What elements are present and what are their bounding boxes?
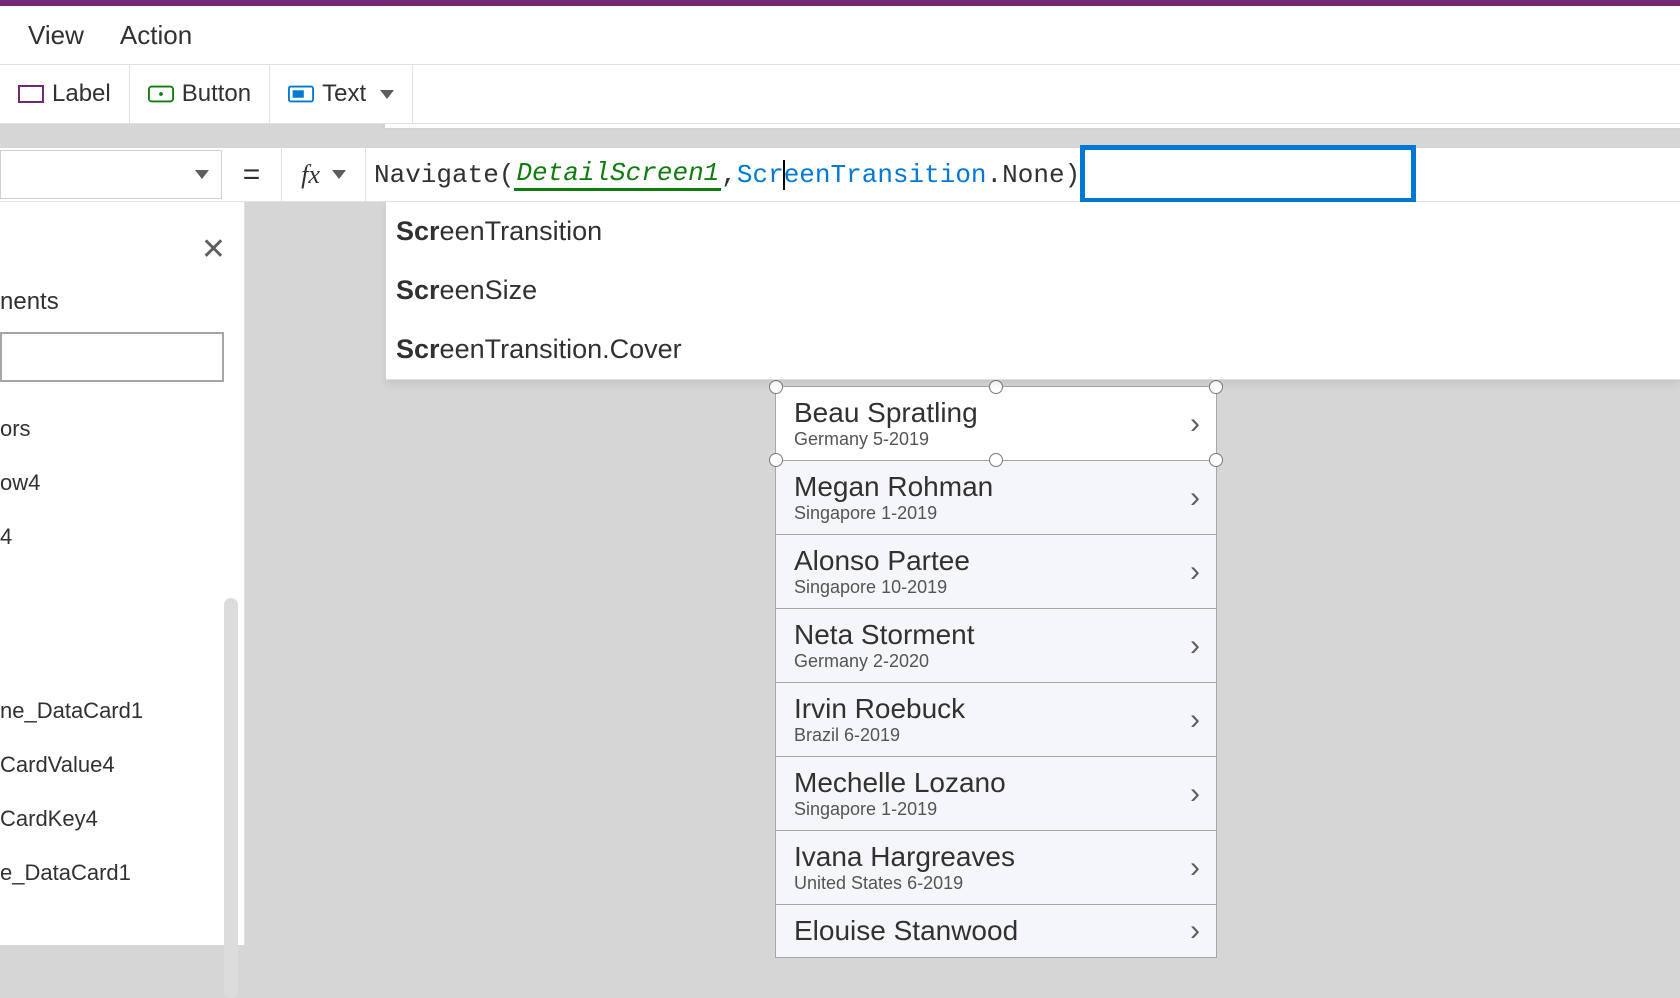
resize-handle[interactable] — [989, 453, 1003, 467]
ribbon: Label Button Text — [0, 64, 1680, 124]
tree-item[interactable]: 4 — [0, 510, 230, 564]
tok-func: Navigate — [374, 160, 499, 190]
gallery-item[interactable]: Irvin Roebuck Brazil 6-2019 › — [776, 683, 1216, 757]
gallery-item-subtitle: Singapore 1-2019 — [794, 503, 1198, 524]
gallery-item-subtitle: United States 6-2019 — [794, 873, 1198, 894]
fx-button[interactable]: fx — [282, 148, 366, 201]
resize-handle[interactable] — [1209, 380, 1223, 394]
tree-view-panel: ✕ nents ors ow4 4 ne_DataCard1 CardValue… — [0, 202, 245, 945]
scrollbar[interactable] — [224, 598, 238, 998]
selection-highlight — [1080, 145, 1416, 203]
gallery-item[interactable]: Alonso Partee Singapore 10-2019 › — [776, 535, 1216, 609]
gallery-item[interactable]: Mechelle Lozano Singapore 1-2019 › — [776, 757, 1216, 831]
autocomplete-item[interactable]: ScreenSize — [386, 261, 1680, 320]
resize-handle[interactable] — [769, 380, 783, 394]
tree-item[interactable]: CardValue4 — [0, 738, 230, 792]
tree-item[interactable]: e_DataCard1 — [0, 846, 230, 900]
resize-handle[interactable] — [1209, 453, 1223, 467]
chevron-right-icon[interactable]: › — [1190, 851, 1200, 885]
tree-item[interactable]: CardKey4 — [0, 792, 230, 846]
gallery-item-title: Alonso Partee — [794, 545, 1198, 577]
ac-rest: eenTransition.Cover — [440, 334, 682, 364]
chevron-right-icon[interactable]: › — [1190, 555, 1200, 589]
gallery-item-title: Megan Rohman — [794, 471, 1198, 503]
chevron-right-icon[interactable]: › — [1190, 777, 1200, 811]
button-icon — [148, 81, 174, 107]
insert-label-text: Label — [52, 80, 111, 108]
autocomplete-item[interactable]: ScreenTransition — [386, 202, 1680, 261]
tree-item[interactable]: ors — [0, 402, 230, 456]
ac-match: Scr — [396, 275, 440, 305]
resize-handle[interactable] — [989, 380, 1003, 394]
panel-tab[interactable]: nents — [0, 282, 59, 322]
menu-action[interactable]: Action — [102, 20, 210, 51]
chevron-right-icon[interactable]: › — [1190, 629, 1200, 663]
close-panel-button[interactable]: ✕ — [201, 232, 226, 267]
gallery-item[interactable]: Elouise Stanwood › — [776, 905, 1216, 957]
insert-text-button[interactable]: Text — [270, 65, 413, 123]
insert-text-text: Text — [322, 80, 366, 108]
text-icon — [288, 81, 314, 107]
formula-input[interactable]: Navigate(DetailScreen1, ScreenTransition… — [366, 148, 1680, 201]
ac-rest: eenSize — [440, 275, 538, 305]
gallery-item-title: Mechelle Lozano — [794, 767, 1198, 799]
tree-item[interactable]: ow4 — [0, 456, 230, 510]
autocomplete-popup: ScreenTransition ScreenSize ScreenTransi… — [386, 202, 1680, 380]
tok-dot: . — [987, 160, 1003, 190]
tree-item[interactable]: ne_DataCard1 — [0, 684, 230, 738]
gallery-item-subtitle: Germany 5-2019 — [794, 429, 1198, 450]
chevron-down-icon — [380, 90, 394, 99]
insert-label-button[interactable]: Label — [0, 65, 130, 123]
resize-handle[interactable] — [769, 453, 783, 467]
gallery-item[interactable]: Neta Storment Germany 2-2020 › — [776, 609, 1216, 683]
formula-bar: = fx Navigate(DetailScreen1, ScreenTrans… — [0, 148, 1680, 202]
tok-open: ( — [499, 160, 515, 190]
chevron-right-icon[interactable]: › — [1190, 914, 1200, 948]
autocomplete-item[interactable]: ScreenTransition.Cover — [386, 320, 1680, 379]
property-selector[interactable] — [0, 150, 222, 199]
tok-close: ) — [1065, 160, 1081, 190]
gallery-control[interactable]: Beau Spratling Germany 5-2019 › Megan Ro… — [775, 386, 1217, 958]
chevron-right-icon[interactable]: › — [1190, 407, 1200, 441]
panel-search-input[interactable] — [0, 332, 224, 382]
chevron-right-icon[interactable]: › — [1190, 481, 1200, 515]
tok-prefix: Scr — [737, 160, 784, 190]
gallery-item-title: Elouise Stanwood — [794, 915, 1198, 947]
tok-val: None — [1002, 160, 1064, 190]
fx-label: fx — [301, 160, 320, 190]
label-icon — [18, 81, 44, 107]
tok-rest: eenTransition — [784, 160, 987, 190]
ac-rest: eenTransition — [440, 216, 603, 246]
ac-match: Scr — [396, 334, 440, 364]
menu-bar: View Action — [0, 6, 1680, 64]
gallery-item-subtitle: Germany 2-2020 — [794, 651, 1198, 672]
chevron-down-icon — [332, 170, 346, 179]
gallery-item-subtitle: Brazil 6-2019 — [794, 725, 1198, 746]
menu-view[interactable]: View — [10, 20, 102, 51]
tok-comma: , — [721, 160, 737, 190]
gallery-item-subtitle: Singapore 10-2019 — [794, 577, 1198, 598]
ac-match: Scr — [396, 216, 440, 246]
insert-button-text: Button — [182, 80, 251, 108]
chevron-right-icon[interactable]: › — [1190, 703, 1200, 737]
gallery-item-subtitle: Singapore 1-2019 — [794, 799, 1198, 820]
insert-button-button[interactable]: Button — [130, 65, 270, 123]
gallery-item-title: Ivana Hargreaves — [794, 841, 1198, 873]
gallery-item[interactable]: Megan Rohman Singapore 1-2019 › — [776, 461, 1216, 535]
gallery-item[interactable]: Ivana Hargreaves United States 6-2019 › — [776, 831, 1216, 905]
gallery-item-title: Neta Storment — [794, 619, 1198, 651]
gallery-item-title: Beau Spratling — [794, 397, 1198, 429]
gallery-item-title: Irvin Roebuck — [794, 693, 1198, 725]
gallery-item-selected[interactable]: Beau Spratling Germany 5-2019 › — [776, 387, 1216, 461]
tree-list: ors ow4 4 ne_DataCard1 CardValue4 CardKe… — [0, 402, 230, 900]
equals-sign: = — [222, 148, 282, 201]
tok-target: DetailScreen1 — [514, 158, 721, 191]
chevron-down-icon — [195, 170, 209, 179]
